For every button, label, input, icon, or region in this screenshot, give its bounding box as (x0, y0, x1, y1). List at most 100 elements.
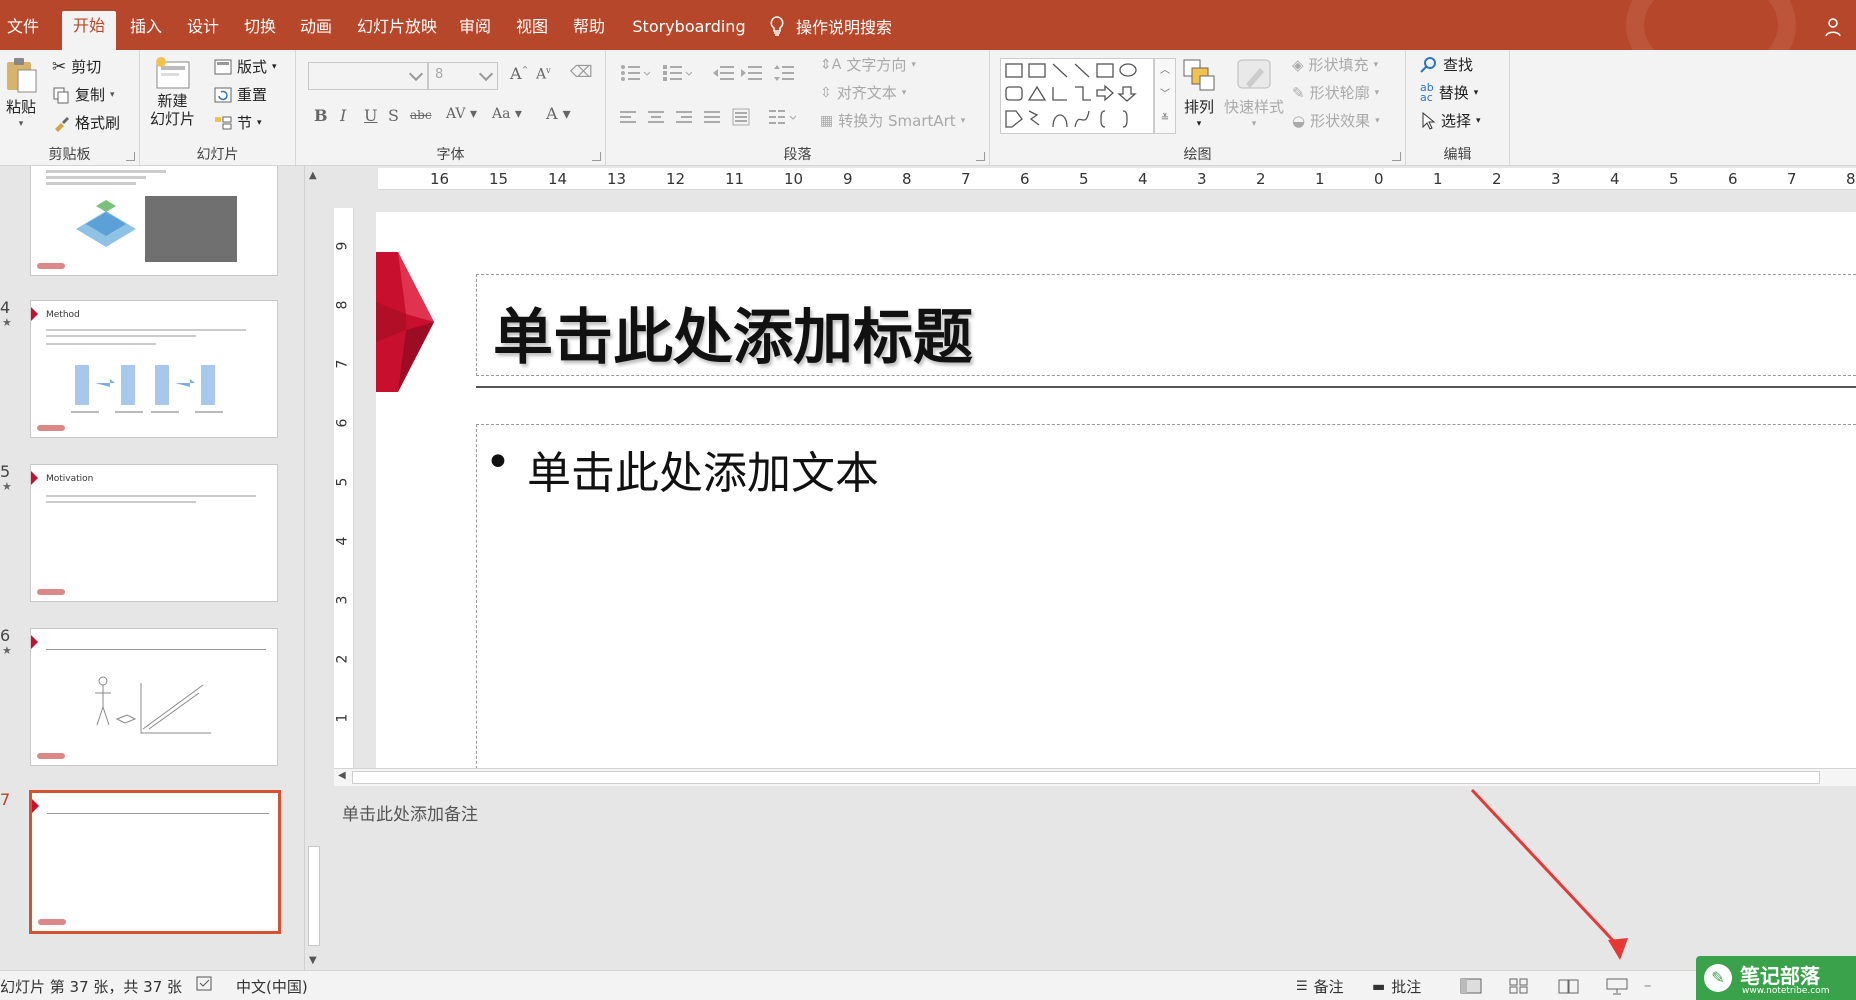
slide-thumbnail-5[interactable]: Motivation (30, 464, 278, 602)
reading-view-icon[interactable] (1556, 976, 1582, 996)
thumbnail-scrollbar[interactable]: ▲ ▼ (304, 166, 322, 970)
tab-insert[interactable]: 插入 (126, 12, 166, 50)
quick-styles-button[interactable]: 快速样式 ▾ (1224, 56, 1284, 129)
tab-review[interactable]: 审阅 (455, 12, 495, 50)
bold-icon[interactable]: B (314, 106, 328, 125)
scrollbar-thumb[interactable] (352, 771, 1820, 784)
tab-transitions[interactable]: 切换 (240, 12, 280, 50)
find-button[interactable]: 查找 (1420, 54, 1473, 75)
shape-effects-button[interactable]: ◒ 形状效果 ▾ (1292, 110, 1380, 131)
font-color-icon[interactable]: A ▾ (546, 104, 571, 123)
reset-button[interactable]: 重置 (214, 84, 267, 105)
zoom-out-icon[interactable]: – (1644, 976, 1652, 994)
tell-me-search[interactable]: 操作说明搜索 (768, 14, 892, 38)
change-case-icon[interactable]: Aa ▾ (492, 106, 522, 122)
notes-toggle-button[interactable]: ☰ 备注 (1296, 976, 1344, 997)
align-text-button[interactable]: ⇳ 对齐文本 ▾ (820, 82, 906, 103)
tab-animations[interactable]: 动画 (296, 12, 336, 50)
search-icon (1420, 56, 1436, 73)
underline-icon[interactable]: U (364, 106, 377, 125)
distributed-icon[interactable] (732, 108, 750, 126)
slide-sorter-view-icon[interactable] (1506, 976, 1532, 996)
slide-thumbnail-3[interactable] (30, 166, 278, 276)
slide-thumbnail-pane: 4 ★ Method 5 ★ Motivation 6 ★ 7 (0, 166, 322, 970)
slide-thumbnail-4[interactable]: Method (30, 300, 278, 438)
copy-label: 复制 (75, 86, 106, 104)
text-direction-button[interactable]: ⇕A 文字方向 ▾ (820, 54, 916, 75)
clear-formatting-icon[interactable]: ⌫ (570, 62, 593, 81)
spell-check-icon[interactable] (196, 976, 214, 992)
columns-icon[interactable] (768, 108, 796, 126)
title-placeholder[interactable]: 单击此处添加标题 (476, 274, 1856, 376)
group-font: 8 A^ Av ⌫ B I U S abc AV ▾ Aa ▾ A ▾ 字体 (296, 50, 606, 166)
shapes-gallery-scroll[interactable]: ︿ ﹀ ≚ (1154, 58, 1176, 134)
increase-indent-icon[interactable] (740, 64, 762, 82)
share-user-icon[interactable] (1824, 16, 1846, 43)
numbering-icon[interactable] (662, 64, 692, 82)
tab-help[interactable]: 帮助 (569, 12, 609, 50)
convert-smartart-button[interactable]: ▦ 转换为 SmartArt ▾ (820, 110, 965, 131)
copy-button[interactable]: 复制 ▾ (52, 84, 115, 105)
dialog-launcher-icon[interactable] (976, 152, 985, 161)
comments-toggle-button[interactable]: ▬ 批注 (1372, 976, 1421, 997)
bullet-icon: • (485, 437, 511, 488)
thumbnail-title: Method (46, 310, 80, 320)
content-placeholder[interactable]: • 单击此处添加文本 (476, 424, 1856, 768)
horizontal-scrollbar[interactable]: ◀ (334, 768, 1856, 786)
tab-design[interactable]: 设计 (183, 12, 223, 50)
scroll-down-icon[interactable]: ▼ (309, 955, 317, 966)
ruler-tick-label: 8 (1846, 170, 1856, 188)
language-indicator[interactable]: 中文(中国) (236, 976, 308, 997)
justify-icon[interactable] (704, 110, 722, 126)
italic-icon[interactable]: I (340, 106, 346, 125)
line-spacing-icon[interactable] (774, 64, 802, 82)
font-size-combo[interactable]: 8 (428, 62, 498, 90)
shape-outline-button[interactable]: ✎ 形状轮廓 ▾ (1292, 82, 1379, 103)
align-text-label: 对齐文本 (836, 84, 897, 102)
tab-file[interactable]: 文件 (0, 12, 46, 50)
pen-icon: ✎ (1704, 964, 1732, 992)
cut-button[interactable]: ✂ 剪切 (52, 56, 101, 77)
scrollbar-thumb[interactable] (308, 846, 320, 946)
grow-font-icon[interactable]: A^ (510, 64, 528, 83)
comments-toggle-label: 批注 (1391, 978, 1422, 996)
shrink-font-icon[interactable]: Av (536, 66, 551, 83)
dialog-launcher-icon[interactable] (126, 152, 135, 161)
chevron-down-icon: ▾ (1375, 115, 1380, 126)
decrease-indent-icon[interactable] (712, 64, 734, 82)
align-center-icon[interactable] (648, 110, 666, 126)
scroll-up-icon[interactable]: ▲ (309, 170, 317, 181)
arrange-button[interactable]: 排列 ▾ (1180, 56, 1218, 129)
thumbnail-title: Motivation (46, 474, 94, 484)
tab-slideshow[interactable]: 幻灯片放映 (355, 12, 439, 50)
shadow-icon[interactable]: S (388, 106, 399, 125)
char-spacing-icon[interactable]: AV ▾ (446, 106, 477, 122)
slide-canvas[interactable]: 单击此处添加标题 • 单击此处添加文本 (376, 212, 1856, 768)
paste-button[interactable]: 粘贴 ▾ (4, 56, 38, 129)
dialog-launcher-icon[interactable] (592, 152, 601, 161)
new-slide-button[interactable]: 新建 幻灯片 (150, 56, 195, 128)
shapes-gallery[interactable] (1000, 58, 1154, 134)
thumbnail-text-line (46, 182, 136, 185)
section-button[interactable]: 节 ▾ (214, 112, 262, 133)
format-painter-button[interactable]: 格式刷 (52, 112, 120, 133)
tab-view[interactable]: 视图 (512, 12, 552, 50)
layout-button[interactable]: 版式 ▾ (214, 56, 277, 77)
bullets-icon[interactable] (620, 64, 650, 82)
ruler-tick-label: 5 (1079, 170, 1089, 188)
font-name-combo[interactable] (308, 62, 428, 90)
align-right-icon[interactable] (676, 110, 694, 126)
normal-view-icon[interactable] (1458, 976, 1484, 996)
scroll-left-icon[interactable]: ◀ (338, 770, 346, 781)
slide-thumbnail-6[interactable] (30, 628, 278, 766)
dialog-launcher-icon[interactable] (1392, 152, 1401, 161)
tab-storyboarding[interactable]: Storyboarding (630, 12, 748, 50)
replace-button[interactable]: ab ac 替换 ▾ (1420, 82, 1478, 103)
strikethrough-icon[interactable]: abc (410, 108, 432, 122)
slideshow-view-icon[interactable] (1604, 976, 1630, 996)
select-button[interactable]: 选择 ▾ (1420, 110, 1481, 131)
slide-thumbnail-7-selected[interactable] (29, 790, 281, 934)
align-left-icon[interactable] (620, 110, 638, 126)
tab-home[interactable]: 开始 (62, 11, 116, 50)
shape-fill-button[interactable]: ◈ 形状填充 ▾ (1292, 54, 1378, 75)
